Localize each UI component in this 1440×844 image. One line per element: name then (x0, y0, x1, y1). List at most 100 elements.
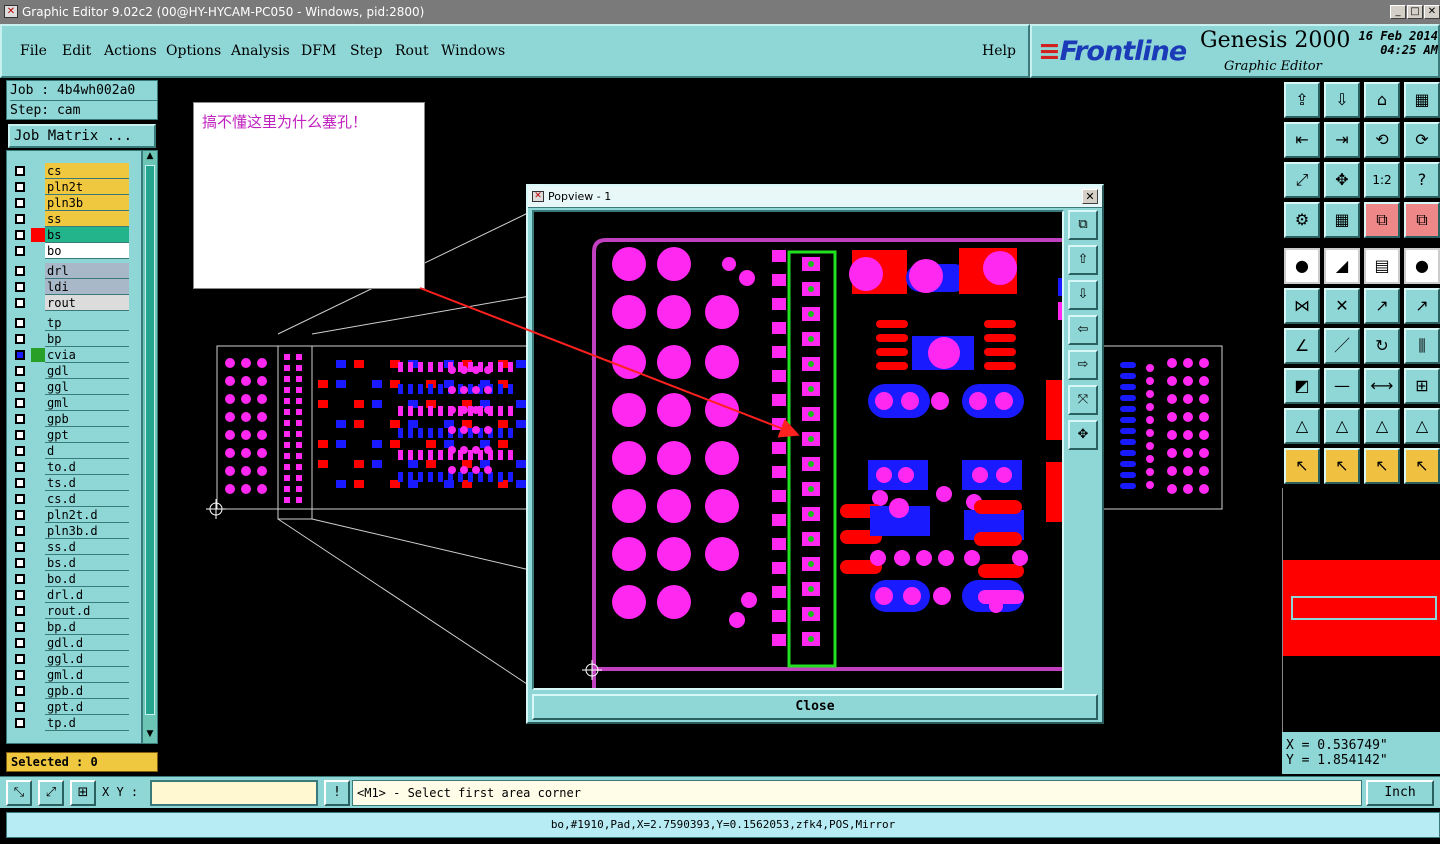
layer-checkbox[interactable] (15, 542, 25, 552)
pointer-pan-icon[interactable]: ↖ (1404, 448, 1440, 484)
layer-checkbox[interactable] (15, 558, 25, 568)
menu-rout[interactable]: Rout (395, 43, 429, 59)
layer-checkbox[interactable] (15, 718, 25, 728)
point-icon[interactable]: ● (1284, 248, 1320, 284)
zoom-fit-icon[interactable]: ⤧ (1068, 385, 1098, 415)
layer-checkbox[interactable] (15, 526, 25, 536)
layer-row-pln2t[interactable]: pln2t (7, 179, 141, 195)
pointer-box-icon[interactable]: ↖ (1324, 448, 1360, 484)
ruler-icon[interactable]: ▤ (1364, 248, 1400, 284)
layer-checkbox[interactable] (15, 382, 25, 392)
layer-checkbox[interactable] (15, 266, 25, 276)
layer-row-tp-d[interactable]: tp.d (7, 715, 141, 731)
layer-row-ggl[interactable]: ggl (7, 379, 141, 395)
minimize-button[interactable]: _ (1390, 5, 1406, 19)
layers-icon[interactable]: ⧉ (1364, 202, 1400, 238)
layer-checkbox[interactable] (15, 430, 25, 440)
layer-checkbox[interactable] (15, 606, 25, 616)
undo-icon[interactable]: ⟲ (1364, 122, 1400, 158)
layers-alt-icon[interactable]: ⧉ (1404, 202, 1440, 238)
group-icon[interactable]: ⊞ (1404, 368, 1440, 404)
layer-row-ggl-d[interactable]: ggl.d (7, 651, 141, 667)
line-icon[interactable]: ◢ (1324, 248, 1360, 284)
split-icon[interactable]: ⫼ (1404, 328, 1440, 364)
menu-actions[interactable]: Actions (104, 43, 157, 59)
menu-options[interactable]: Options (166, 43, 221, 59)
arrow-up4-icon[interactable]: △ (1404, 408, 1440, 444)
scale-icon[interactable]: 1:2 (1364, 162, 1400, 198)
zoom-in-icon[interactable]: ⤡ (6, 780, 32, 806)
home-icon[interactable]: ⇪ (1284, 82, 1320, 118)
pan-up-icon[interactable]: ⇧ (1068, 245, 1098, 275)
popview-close-icon[interactable]: ✕ (1082, 189, 1098, 204)
layer-row-drl[interactable]: drl (7, 263, 141, 279)
layer-checkbox[interactable] (15, 298, 25, 308)
layer-row-pln3b[interactable]: pln3b (7, 195, 141, 211)
popview-canvas[interactable] (532, 210, 1064, 690)
layer-row-tp[interactable]: tp (7, 315, 141, 331)
menu-step[interactable]: Step (350, 43, 382, 59)
snap-alt-icon[interactable]: ↗ (1404, 288, 1440, 324)
job-matrix-button[interactable]: Job Matrix ... (8, 124, 156, 148)
popview-close-button[interactable]: Close (532, 694, 1098, 720)
layer-checkbox[interactable] (15, 334, 25, 344)
units-button[interactable]: Inch (1366, 780, 1434, 806)
angle-icon[interactable]: ∠ (1284, 328, 1320, 364)
measure-icon[interactable]: ⟷ (1364, 368, 1400, 404)
layer-checkbox[interactable] (15, 446, 25, 456)
layer-row-cs[interactable]: cs (7, 163, 141, 179)
layer-scrollbar[interactable]: ▲ ▼ (142, 150, 158, 744)
layer-checkbox[interactable] (15, 654, 25, 664)
layer-row-bp-d[interactable]: bp.d (7, 619, 141, 635)
import-icon[interactable]: ⇤ (1284, 122, 1320, 158)
layer-row-bo-d[interactable]: bo.d (7, 571, 141, 587)
zoom-window-icon[interactable]: ⧉ (1068, 210, 1098, 240)
window-icon[interactable]: ⌂ (1364, 82, 1400, 118)
grid-icon[interactable]: ▦ (1404, 82, 1440, 118)
layer-checkbox[interactable] (15, 366, 25, 376)
layer-row-bs-d[interactable]: bs.d (7, 555, 141, 571)
settings-icon[interactable]: ⚙ (1284, 202, 1320, 238)
pointer-alt-icon[interactable]: ↖ (1364, 448, 1400, 484)
arrow-up2-icon[interactable]: △ (1324, 408, 1360, 444)
layer-row-gpb[interactable]: gpb (7, 411, 141, 427)
scroll-thumb[interactable] (145, 165, 155, 715)
redo-icon[interactable]: ⟳ (1404, 122, 1440, 158)
layer-row-bs[interactable]: bs (7, 227, 141, 243)
layer-row-gdl-d[interactable]: gdl.d (7, 635, 141, 651)
grid-toggle-icon[interactable]: ⊞ (70, 780, 96, 806)
pad-icon[interactable]: ◩ (1284, 368, 1320, 404)
overview-panel[interactable] (1282, 488, 1440, 732)
minus-icon[interactable]: — (1324, 368, 1360, 404)
zoom-out-icon[interactable]: ⤢ (38, 780, 64, 806)
layer-checkbox[interactable] (15, 638, 25, 648)
layer-checkbox[interactable] (15, 702, 25, 712)
layer-checkbox[interactable] (15, 282, 25, 292)
layer-checkbox[interactable] (15, 246, 25, 256)
connect-icon[interactable]: ⋈ (1284, 288, 1320, 324)
layer-row-gpt-d[interactable]: gpt.d (7, 699, 141, 715)
arrow-up-icon[interactable]: △ (1284, 408, 1320, 444)
layer-checkbox[interactable] (15, 182, 25, 192)
layer-checkbox[interactable] (15, 494, 25, 504)
circle-icon[interactable]: ● (1404, 248, 1440, 284)
menu-dfm[interactable]: DFM (301, 43, 336, 59)
layer-checkbox[interactable] (15, 166, 25, 176)
layer-row-ts-d[interactable]: ts.d (7, 475, 141, 491)
layer-row-to-d[interactable]: to.d (7, 459, 141, 475)
pan-down-icon[interactable]: ⇩ (1068, 280, 1098, 310)
layer-checkbox[interactable] (15, 398, 25, 408)
arrow-up3-icon[interactable]: △ (1364, 408, 1400, 444)
layer-row-gpb-d[interactable]: gpb.d (7, 683, 141, 699)
grid-view-icon[interactable]: ▦ (1324, 202, 1360, 238)
pointer-icon[interactable]: ↖ (1284, 448, 1320, 484)
layer-checkbox[interactable] (15, 686, 25, 696)
layer-checkbox[interactable] (15, 318, 25, 328)
export-icon[interactable]: ⇥ (1324, 122, 1360, 158)
snap-icon[interactable]: ↗ (1364, 288, 1400, 324)
overview-viewport[interactable] (1291, 596, 1437, 620)
maximize-button[interactable]: □ (1407, 5, 1423, 19)
close-window-button[interactable]: ✕ (1424, 5, 1440, 19)
zoom-home-icon[interactable]: ✥ (1068, 420, 1098, 450)
layer-checkbox[interactable] (15, 622, 25, 632)
